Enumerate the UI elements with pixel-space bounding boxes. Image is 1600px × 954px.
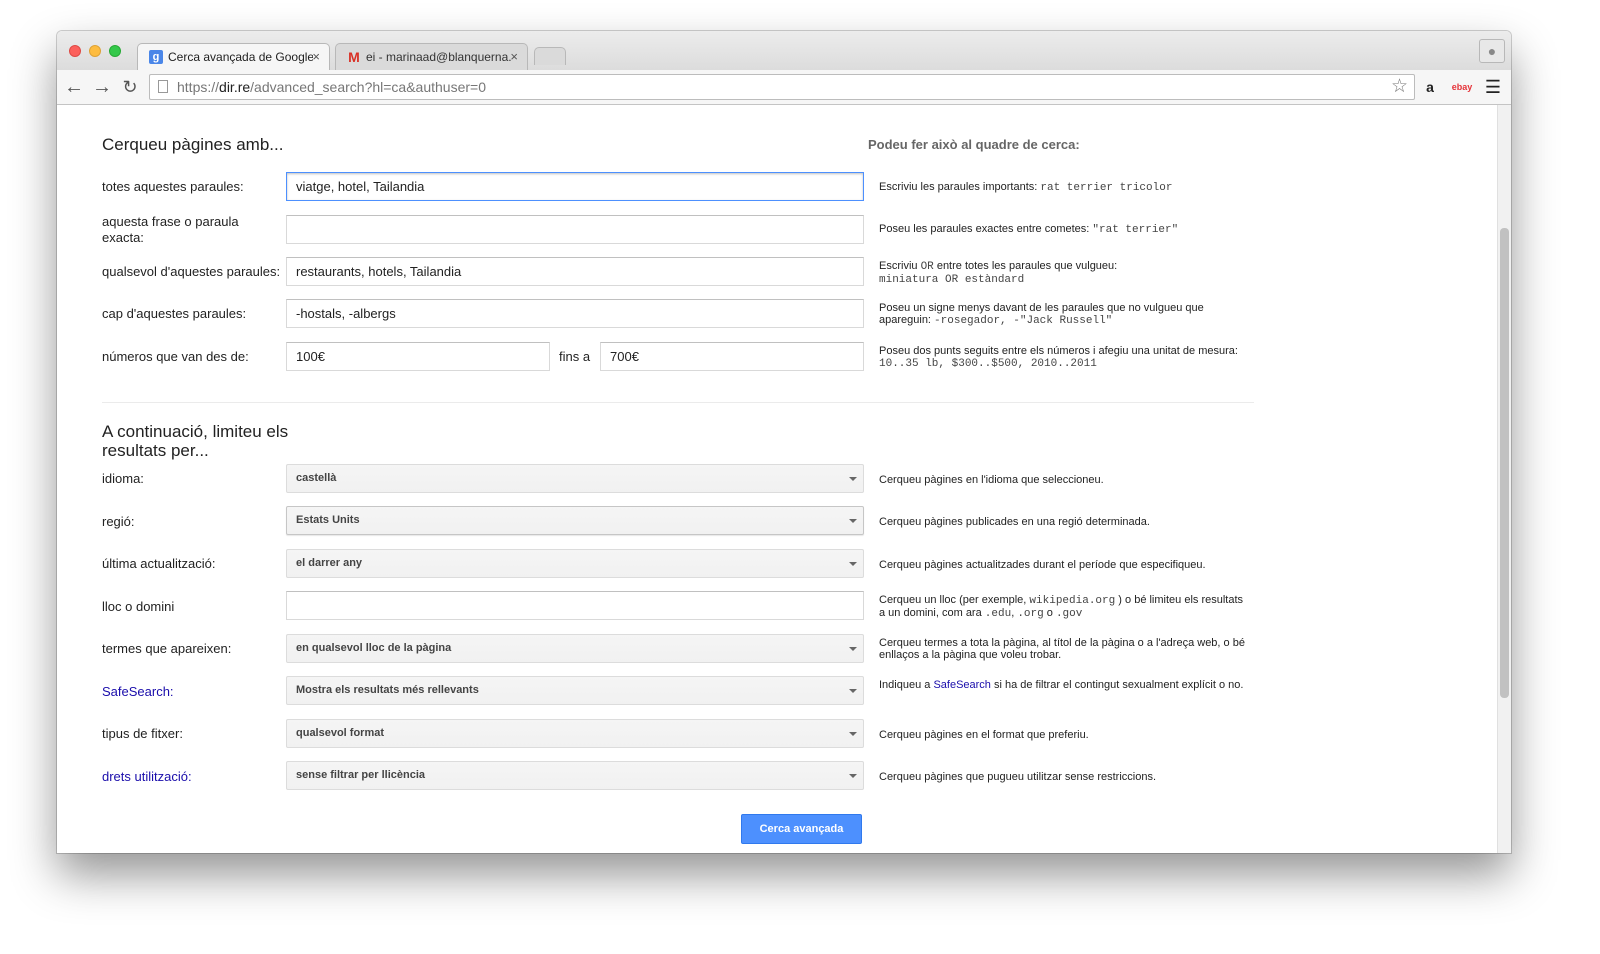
tab-advanced-search[interactable]: g Cerca avançada de Google × (137, 43, 330, 70)
any-words-input[interactable]: restaurants, hotels, Tailandia (286, 257, 864, 286)
tab-gmail[interactable]: M ei - marinaad@blanquerna. × (335, 43, 528, 70)
close-tab-icon[interactable]: × (510, 44, 518, 70)
profile-icon[interactable]: ● (1479, 39, 1505, 63)
tab-title: Cerca avançada de Google (168, 50, 313, 64)
toolbar: ← → ↻ https://dir.re/advanced_search?hl=… (57, 70, 1511, 105)
menu-icon[interactable]: ☰ (1483, 76, 1503, 98)
safesearch-label-link[interactable]: SafeSearch: (102, 684, 282, 700)
none-words-help: Poseu un signe menys davant de les parau… (879, 302, 1204, 327)
all-words-input[interactable]: viatge, hotel, Tailandia (286, 172, 864, 201)
tab-title: ei - marinaad@blanquerna. (366, 50, 511, 64)
all-words-label: totes aquestes paraules: (102, 179, 244, 194)
safesearch-help-link[interactable]: SafeSearch (933, 679, 990, 691)
safesearch-help: Indiqueu a SafeSearch si ha de filtrar e… (879, 679, 1244, 691)
help-column-title: Podeu fer això al quadre de cerca: (868, 137, 1080, 152)
section-title-narrow-results: A continuació, limiteu els resultats per… (102, 422, 289, 460)
region-help: Cerqueu pàgines publicades en una regió … (879, 516, 1150, 528)
language-select[interactable]: castellà (286, 464, 864, 493)
numbers-to-label: fins a (559, 349, 591, 364)
last-update-help: Cerqueu pàgines actualitzades durant el … (879, 559, 1206, 571)
exact-phrase-label: aquesta frase o paraula exacta: (102, 214, 239, 245)
terms-select[interactable]: en qualsevol lloc de la pàgina (286, 634, 864, 663)
numbers-label: números que van des de: (102, 349, 249, 364)
last-update-label: última actualització: (102, 556, 216, 571)
numbers-from-input[interactable]: 100€ (286, 342, 550, 371)
close-window-button[interactable] (69, 45, 81, 57)
exact-phrase-input[interactable] (286, 215, 864, 244)
address-bar[interactable]: https://dir.re/advanced_search?hl=ca&aut… (149, 74, 1415, 100)
any-words-help: Escriviu OR entre totes les paraules que… (879, 260, 1118, 286)
chevron-down-icon (849, 732, 857, 736)
all-words-help: Escriviu les paraules importants: rat te… (879, 181, 1173, 194)
chevron-down-icon (849, 519, 857, 523)
usage-rights-help: Cerqueu pàgines que pugueu utilitzar sen… (879, 771, 1156, 783)
usage-rights-select[interactable]: sense filtrar per llicència (286, 761, 864, 790)
vertical-scrollbar[interactable] (1497, 105, 1511, 853)
site-input[interactable] (286, 591, 864, 620)
numbers-to-input[interactable]: 700€ (600, 342, 864, 371)
section-divider (102, 402, 1254, 403)
chevron-down-icon (849, 647, 857, 651)
numbers-help: Poseu dos punts seguits entre els número… (879, 345, 1238, 370)
new-tab-button[interactable] (534, 47, 566, 65)
terms-label: termes que apareixen: (102, 641, 232, 656)
exact-phrase-help: Poseu les paraules exactes entre cometes… (879, 223, 1179, 236)
title-bar: g Cerca avançada de Google × M ei - mari… (57, 31, 1511, 70)
language-help: Cerqueu pàgines en l'idioma que seleccio… (879, 474, 1104, 486)
scrollbar-thumb[interactable] (1500, 228, 1509, 698)
close-tab-icon[interactable]: × (312, 44, 320, 70)
advanced-search-button[interactable]: Cerca avançada (741, 814, 862, 844)
amazon-extension-icon[interactable]: a (1421, 76, 1439, 98)
usage-rights-label-link[interactable]: drets utilització: (102, 769, 282, 785)
back-arrow-icon[interactable]: ← (63, 75, 85, 99)
reload-icon[interactable]: ↻ (119, 75, 141, 99)
none-words-input[interactable]: -hostals, -albergs (286, 299, 864, 328)
ebay-extension-icon[interactable]: ebay (1449, 76, 1475, 98)
bookmark-star-icon[interactable]: ☆ (1391, 75, 1408, 99)
none-words-label: cap d'aquestes paraules: (102, 306, 247, 321)
page-icon (158, 80, 168, 93)
last-update-select[interactable]: el darrer any (286, 549, 864, 578)
minimize-window-button[interactable] (89, 45, 101, 57)
chevron-down-icon (849, 477, 857, 481)
chevron-down-icon (849, 689, 857, 693)
site-label: lloc o domini (102, 599, 175, 614)
terms-help: Cerqueu termes a tota la pàgina, al títo… (879, 637, 1245, 661)
google-favicon-icon: g (149, 50, 163, 64)
browser-window: g Cerca avançada de Google × M ei - mari… (57, 31, 1511, 853)
filetype-label: tipus de fitxer: (102, 726, 183, 741)
chevron-down-icon (849, 774, 857, 778)
safesearch-select[interactable]: Mostra els resultats més rellevants (286, 676, 864, 705)
filetype-help: Cerqueu pàgines en el format que preferi… (879, 729, 1089, 741)
forward-arrow-icon[interactable]: → (91, 75, 113, 99)
site-help: Cerqueu un lloc (per exemple, wikipedia.… (879, 594, 1244, 620)
filetype-select[interactable]: qualsevol format (286, 719, 864, 748)
gmail-favicon-icon: M (348, 49, 360, 65)
section-title-find-pages: Cerqueu pàgines amb... (102, 135, 284, 154)
region-label: regió: (102, 514, 135, 529)
any-words-label: qualsevol d'aquestes paraules: (102, 264, 281, 279)
chevron-down-icon (849, 562, 857, 566)
language-label: idioma: (102, 471, 144, 486)
url-text: https://dir.re/advanced_search?hl=ca&aut… (177, 79, 486, 95)
region-select[interactable]: Estats Units (286, 506, 864, 535)
page-content: Cerqueu pàgines amb... Podeu fer això al… (57, 105, 1497, 853)
zoom-window-button[interactable] (109, 45, 121, 57)
